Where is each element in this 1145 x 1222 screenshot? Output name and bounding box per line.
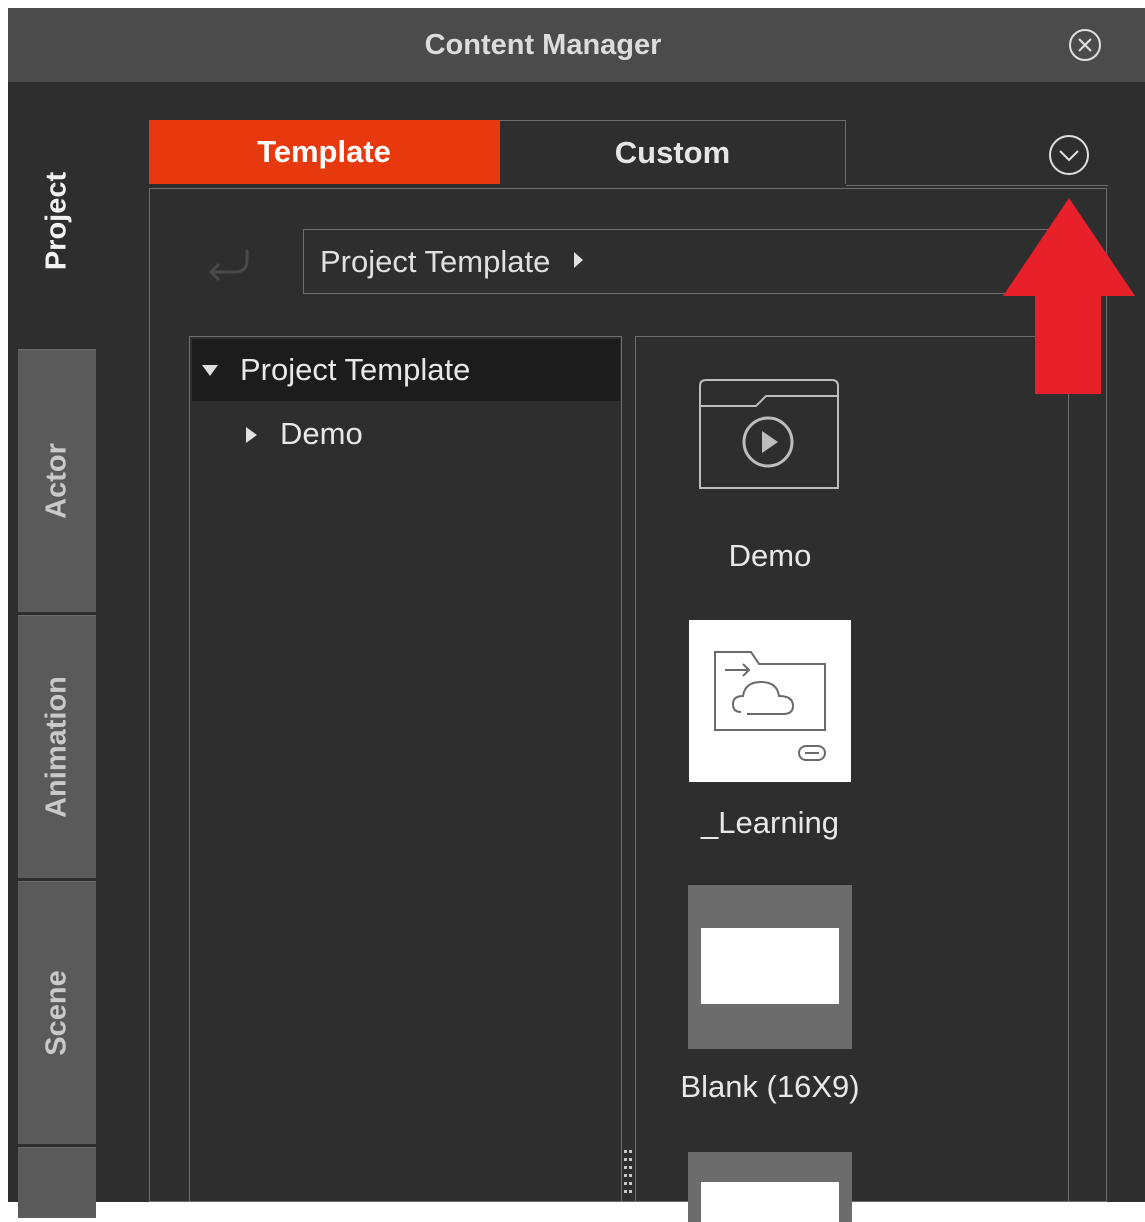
tab-custom[interactable]: Custom [499, 120, 846, 184]
annotation-arrow [1003, 198, 1135, 394]
sidebar-tab-project[interactable]: Project [18, 93, 96, 349]
sidebar-tab-animation[interactable]: Animation [18, 615, 96, 878]
sidebar-tab-label: Scene [40, 970, 73, 1056]
tree-item-demo[interactable]: Demo [192, 403, 620, 465]
chevron-down-icon[interactable] [1047, 133, 1091, 177]
sidebar-tab-label: Actor [40, 443, 73, 519]
divider [1106, 336, 1107, 1202]
window-title: Content Manager [424, 29, 662, 61]
sidebar-tab-more[interactable] [18, 1147, 96, 1218]
tree-item-label: Demo [280, 416, 363, 451]
grid-item-demo[interactable]: Demo [650, 360, 890, 590]
caret-right-icon [574, 252, 583, 268]
grid-item-label: Demo [728, 538, 812, 573]
learning-thumbnail [689, 620, 851, 782]
tree-panel: Project Template Demo [189, 336, 622, 1202]
tree-item-label: Project Template [240, 352, 471, 387]
blank-template-thumbnail [688, 1152, 852, 1222]
sidebar-tab-label: Project [40, 171, 73, 271]
sidebar-tab-label: Animation [40, 676, 73, 818]
blank-canvas-preview [701, 1182, 839, 1222]
splitter-handle[interactable] [622, 1150, 634, 1200]
expand-arrow-icon[interactable] [202, 365, 218, 376]
blank-template-thumbnail [688, 885, 852, 1049]
grid-item-learning[interactable]: _Learning [650, 620, 890, 850]
collapse-arrow-icon[interactable] [246, 427, 257, 443]
sidebar-tab-actor[interactable]: Actor [18, 349, 96, 612]
cloud-folder-link-icon [714, 651, 826, 761]
breadcrumb-label: Project Template [320, 244, 551, 279]
close-icon[interactable] [1068, 28, 1102, 62]
grid-item-partial[interactable] [650, 1152, 890, 1222]
blank-canvas-preview [701, 928, 839, 1004]
title-bar: Content Manager [8, 8, 1145, 82]
tab-template[interactable]: Template [149, 120, 499, 184]
grid-item-label: _Learning [701, 805, 839, 840]
grid-item-label: Blank (16X9) [680, 1069, 860, 1104]
breadcrumb[interactable]: Project Template [303, 229, 1083, 294]
folder-play-icon [699, 379, 839, 489]
back-icon[interactable] [201, 246, 253, 282]
grid-item-blank-16x9[interactable]: Blank (16X9) [650, 885, 890, 1125]
tabs-underline [846, 185, 1108, 186]
sidebar-tab-scene[interactable]: Scene [18, 881, 96, 1144]
tree-item-project-template[interactable]: Project Template [192, 339, 620, 401]
sidebar: Project Actor Animation Scene [18, 93, 96, 1218]
